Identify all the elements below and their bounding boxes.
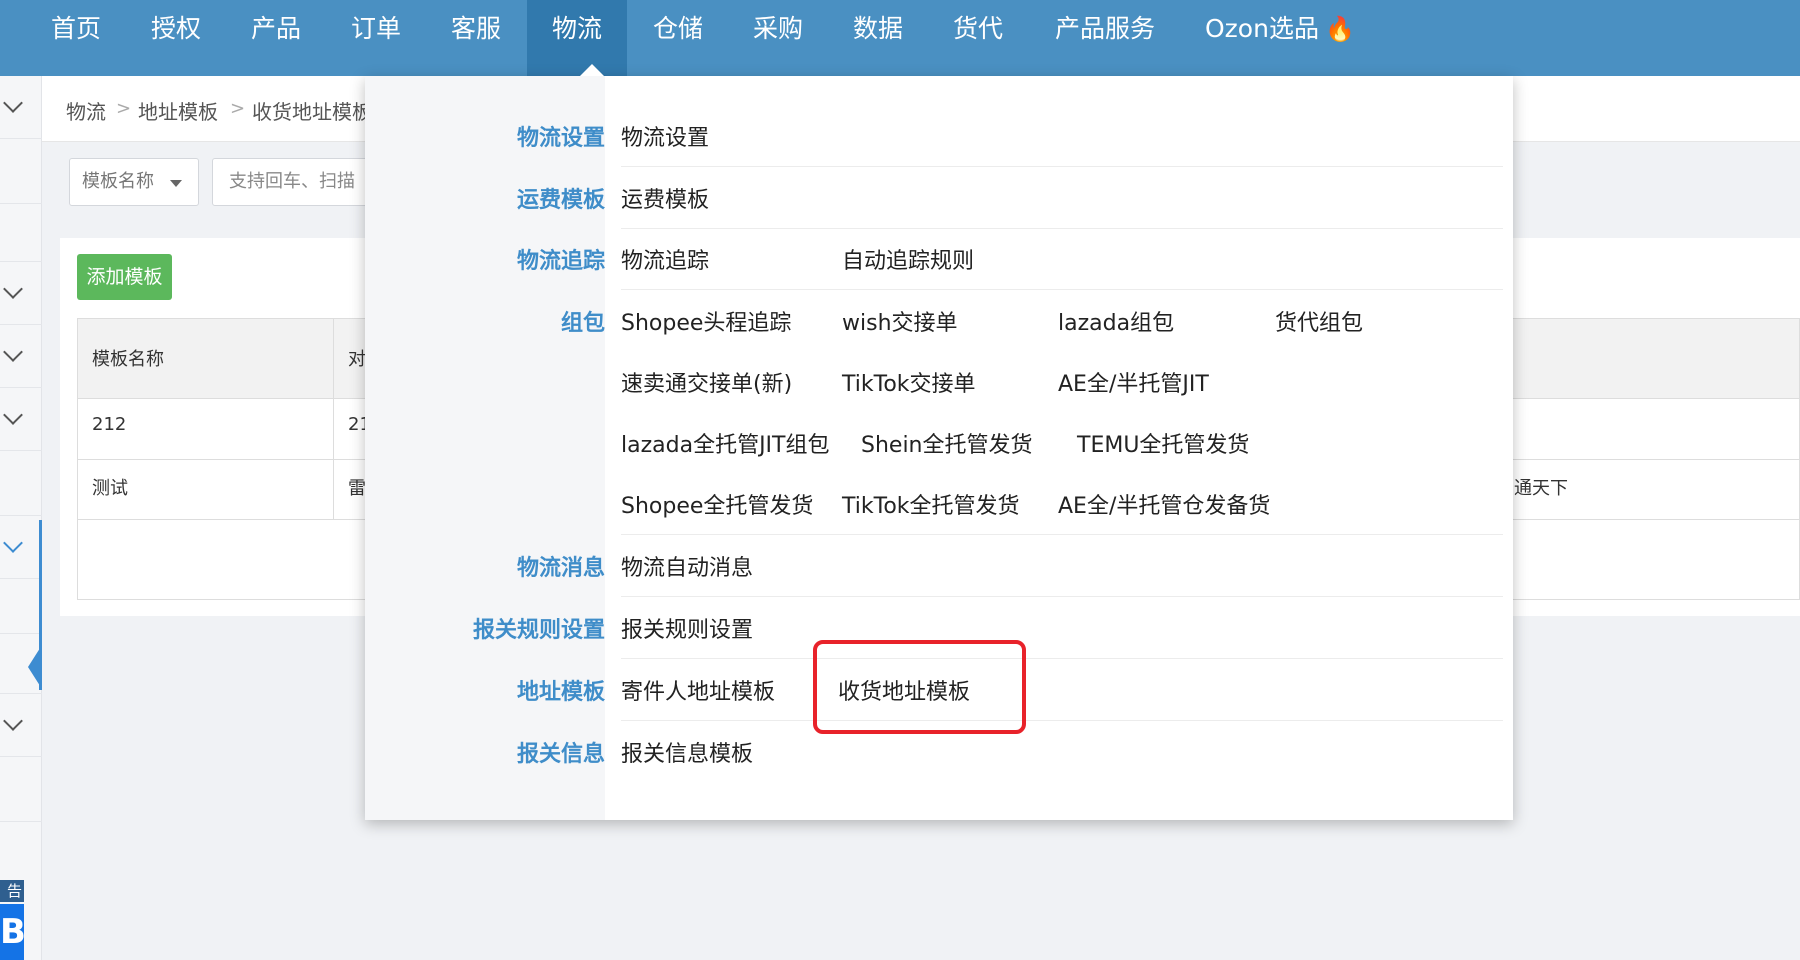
menu-item-tiktok-handover[interactable]: TikTok交接单 bbox=[842, 366, 976, 398]
sidebar-item[interactable] bbox=[0, 76, 42, 139]
template-field-select[interactable]: 模板名称 bbox=[69, 158, 199, 206]
chevron-down-icon bbox=[3, 93, 23, 113]
nav-ozon-label: Ozon选品 bbox=[1205, 14, 1319, 43]
highlight-box bbox=[813, 640, 1026, 734]
category-address-template: 地址模板 bbox=[516, 680, 605, 705]
nav-logistics[interactable]: 物流 bbox=[527, 0, 627, 76]
category-logistics-settings: 物流设置 bbox=[516, 126, 605, 151]
breadcrumb-item[interactable]: 地址模板 bbox=[138, 96, 218, 125]
table-cell: 雷 bbox=[348, 478, 366, 499]
menu-item-sender-address-template[interactable]: 寄件人地址模板 bbox=[621, 674, 775, 706]
sidebar-item[interactable] bbox=[0, 579, 42, 634]
header-col2: 对 bbox=[348, 349, 366, 370]
select-label: 模板名称 bbox=[82, 171, 154, 192]
nav-home[interactable]: 首页 bbox=[36, 0, 116, 76]
sidebar-item[interactable] bbox=[0, 325, 42, 388]
sidebar-item[interactable] bbox=[0, 694, 42, 757]
sidebar-item[interactable] bbox=[0, 139, 42, 204]
menu-item-shopee-tracking[interactable]: Shopee头程追踪 bbox=[621, 305, 791, 337]
nav-data[interactable]: 数据 bbox=[838, 0, 918, 76]
category-freight-template: 运费模板 bbox=[516, 188, 605, 213]
header-template-name: 模板名称 bbox=[92, 349, 164, 370]
nav-service[interactable]: 客服 bbox=[436, 0, 516, 76]
menu-item-tiktok-managed-shipping[interactable]: TikTok全托管发货 bbox=[842, 488, 1020, 520]
nav-ozon[interactable]: Ozon选品 🔥 bbox=[1205, 0, 1385, 76]
add-template-button[interactable]: 添加模板 bbox=[77, 254, 172, 300]
sidebar-item[interactable] bbox=[0, 451, 42, 516]
app-logo[interactable]: B bbox=[0, 904, 24, 960]
menu-divider bbox=[621, 534, 1503, 535]
category-customs-info: 报关信息 bbox=[516, 742, 605, 767]
top-nav: 首页 授权 产品 订单 客服 物流 仓储 采购 数据 货代 产品服务 Ozon选… bbox=[0, 0, 1800, 76]
menu-divider bbox=[621, 720, 1503, 721]
menu-item-freight-template[interactable]: 运费模板 bbox=[621, 182, 709, 214]
menu-item-wish-handover[interactable]: wish交接单 bbox=[842, 305, 958, 337]
close-badge[interactable]: 告✕ bbox=[0, 880, 24, 922]
menu-item-ae-warehouse-stock[interactable]: AE全/半托管仓发备货 bbox=[1058, 488, 1270, 520]
breadcrumb-separator-icon: > bbox=[230, 98, 246, 119]
category-customs-rules: 报关规则设置 bbox=[472, 618, 605, 643]
nav-order[interactable]: 订单 bbox=[336, 0, 416, 76]
menu-item-shein-shipping[interactable]: Shein全托管发货 bbox=[861, 427, 1033, 459]
menu-item-logistics-settings[interactable]: 物流设置 bbox=[621, 120, 709, 152]
fire-icon: 🔥 bbox=[1324, 15, 1355, 43]
nav-product[interactable]: 产品 bbox=[236, 0, 316, 76]
table-cell: 测试 bbox=[92, 478, 128, 499]
menu-item-auto-messages[interactable]: 物流自动消息 bbox=[621, 550, 753, 582]
breadcrumb-separator-icon: > bbox=[116, 98, 132, 119]
nav-product-service[interactable]: 产品服务 bbox=[1040, 0, 1170, 76]
chevron-down-icon bbox=[3, 342, 23, 362]
column-divider bbox=[333, 319, 334, 519]
category-messages: 物流消息 bbox=[516, 556, 605, 581]
chevron-down-icon bbox=[3, 279, 23, 299]
menu-item-tracking[interactable]: 物流追踪 bbox=[621, 243, 709, 275]
menu-divider bbox=[621, 166, 1503, 167]
menu-divider bbox=[621, 596, 1503, 597]
menu-item-ae-jit[interactable]: AE全/半托管JIT bbox=[1058, 366, 1209, 398]
menu-item-customs-rules[interactable]: 报关规则设置 bbox=[621, 612, 753, 644]
sidebar-item[interactable] bbox=[0, 757, 42, 822]
sidebar-collapse-arrow-icon[interactable] bbox=[28, 645, 42, 689]
menu-divider bbox=[621, 658, 1503, 659]
dropdown-caret-icon bbox=[580, 64, 604, 76]
breadcrumb-current: 收货地址模板 bbox=[252, 100, 372, 124]
nav-warehouse[interactable]: 仓储 bbox=[638, 0, 718, 76]
menu-divider bbox=[621, 289, 1503, 290]
menu-item-auto-tracking-rules[interactable]: 自动追踪规则 bbox=[842, 243, 974, 275]
menu-item-aliexpress-handover[interactable]: 速卖通交接单(新) bbox=[621, 366, 792, 398]
chevron-down-icon bbox=[3, 405, 23, 425]
chevron-down-icon bbox=[3, 533, 23, 553]
menu-item-temu-shipping[interactable]: TEMU全托管发货 bbox=[1077, 427, 1249, 459]
sidebar-item-logistics[interactable] bbox=[0, 516, 42, 579]
menu-item-shopee-managed-shipping[interactable]: Shopee全托管发货 bbox=[621, 488, 813, 520]
nav-purchase[interactable]: 采购 bbox=[738, 0, 818, 76]
menu-item-lazada-jit-package[interactable]: lazada全托管JIT组包 bbox=[621, 427, 830, 459]
category-tracking: 物流追踪 bbox=[516, 249, 605, 274]
chevron-down-icon bbox=[3, 711, 23, 731]
sidebar-item[interactable] bbox=[0, 204, 42, 262]
table-cell: 212 bbox=[92, 414, 127, 435]
nav-auth[interactable]: 授权 bbox=[136, 0, 216, 76]
nav-forwarder[interactable]: 货代 bbox=[938, 0, 1018, 76]
category-package: 组包 bbox=[560, 311, 605, 336]
menu-item-lazada-package[interactable]: lazada组包 bbox=[1058, 305, 1174, 337]
breadcrumb-item[interactable]: 物流 bbox=[66, 96, 106, 125]
menu-divider bbox=[621, 228, 1503, 229]
menu-item-forwarder-package[interactable]: 货代组包 bbox=[1275, 305, 1363, 337]
menu-item-customs-info-template[interactable]: 报关信息模板 bbox=[621, 736, 753, 768]
sidebar-item[interactable] bbox=[0, 262, 42, 325]
sidebar-item[interactable] bbox=[0, 388, 42, 451]
sidebar bbox=[0, 76, 42, 960]
caret-down-icon bbox=[170, 180, 182, 187]
